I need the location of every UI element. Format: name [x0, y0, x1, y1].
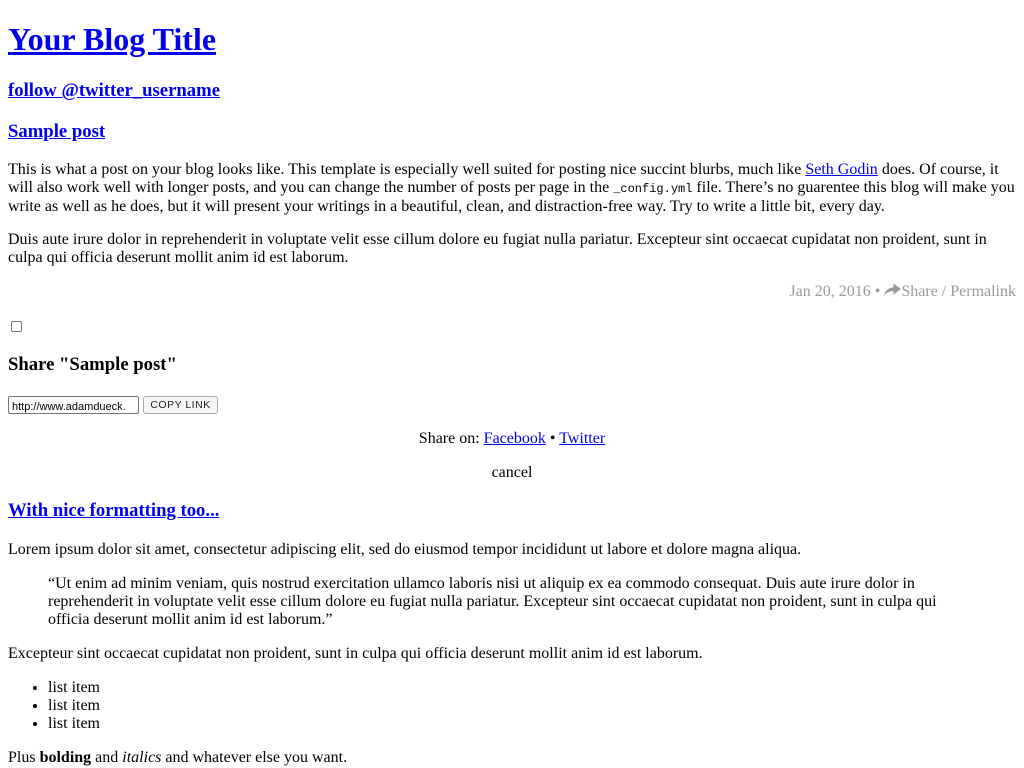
post-title-sample: Sample post	[8, 121, 105, 143]
cancel-share[interactable]: cancel	[0, 464, 1024, 482]
post-date: Jan 20, 2016	[789, 283, 871, 300]
closing-after: and whatever else you want.	[161, 749, 348, 766]
post-paragraph-1: This is what a post on your blog looks l…	[8, 161, 1018, 216]
config-code: _config.yml	[613, 182, 693, 196]
site-title-link[interactable]: Your Blog Title	[8, 21, 216, 57]
share-on-row: Share on: Facebook • Twitter	[0, 430, 1024, 448]
share-link[interactable]: Share	[884, 283, 941, 300]
p1-text-a: This is what a post on your blog looks l…	[8, 161, 806, 178]
twitter-follow: follow @twitter_username	[8, 80, 220, 102]
meta-separator: •	[874, 283, 881, 300]
post-meta: Jan 20, 2016 • Share / Permalink	[789, 283, 1016, 301]
post2-intro: Lorem ipsum dolor sit amet, consectetur …	[8, 541, 802, 558]
site-title: Your Blog Title	[8, 21, 216, 58]
share-on-label: Share on:	[418, 430, 480, 447]
closing-before: Plus	[8, 749, 40, 766]
meta-slash: /	[941, 283, 947, 300]
permalink[interactable]: Permalink	[950, 283, 1016, 300]
seth-godin-link[interactable]: Seth Godin	[805, 161, 877, 178]
share-arrow-icon	[884, 283, 902, 297]
list-item: list item	[48, 679, 100, 697]
twitter-follow-link[interactable]: follow @twitter_username	[8, 80, 220, 101]
post2-blockquote: “Ut enim ad minim veniam, quis nostrud e…	[48, 575, 937, 628]
share-dot: •	[549, 430, 556, 447]
twitter-link[interactable]: Twitter	[559, 430, 605, 447]
share-toggle-checkbox[interactable]	[11, 321, 22, 332]
share-heading: Share "Sample post"	[8, 354, 177, 375]
closing-italic: italics	[122, 749, 162, 766]
post2-after-quote: Excepteur sint occaecat cupidatat non pr…	[8, 645, 703, 662]
post-paragraph-2: Duis aute irure dolor in reprehenderit i…	[8, 231, 987, 266]
list-item: list item	[48, 697, 100, 715]
post-title-link-sample[interactable]: Sample post	[8, 121, 105, 142]
post-title-formatting: With nice formatting too...	[8, 500, 219, 522]
post2-list: list item list item list item	[8, 679, 100, 733]
closing-middle: and	[91, 749, 123, 766]
share-label: Share	[901, 283, 938, 300]
post-title-link-formatting[interactable]: With nice formatting too...	[8, 500, 219, 521]
share-url-input[interactable]: http://www.adamdueck.	[8, 396, 139, 414]
copy-link-button[interactable]: COPY LINK	[143, 396, 218, 414]
facebook-link[interactable]: Facebook	[484, 430, 546, 447]
closing-bold: bolding	[39, 749, 92, 766]
list-item: list item	[48, 715, 100, 733]
post2-closing: Plus bolding and italics and whatever el…	[8, 749, 1018, 767]
